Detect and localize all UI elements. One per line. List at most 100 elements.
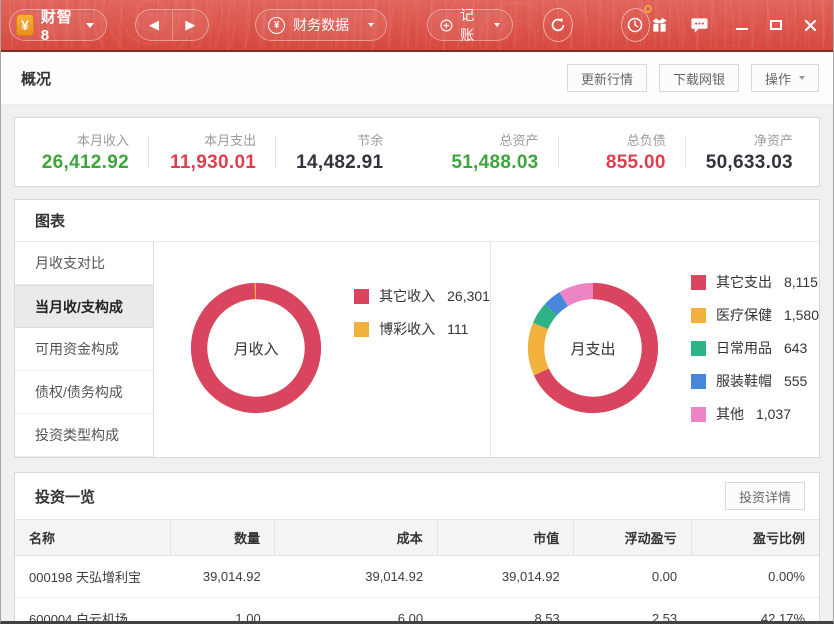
cell-pl-ratio: 0.00% [691, 556, 819, 598]
back-arrow-icon: ◀ [149, 17, 159, 33]
legend-swatch [691, 374, 706, 389]
legend-value: 1,037 [756, 406, 791, 422]
col-pl-ratio[interactable]: 盈亏比例 [691, 520, 819, 556]
charts-card: 图表 月收支对比 当月收/支构成 可用资金构成 债权/债务构成 投资类型构成 月… [14, 199, 820, 458]
operations-label: 操作 [765, 69, 791, 88]
divider [275, 136, 276, 168]
donut-center-label: 月支出 [511, 266, 675, 430]
tab-investment-types[interactable]: 投资类型构成 [15, 414, 153, 457]
stat-label: 本月支出 [204, 130, 256, 149]
stat-value: 855.00 [606, 152, 666, 174]
legend-swatch [691, 341, 706, 356]
gift-icon[interactable] [650, 16, 669, 34]
investments-title: 投资一览 [35, 486, 95, 507]
legend-item: 医疗保健 1,580 [691, 305, 819, 325]
legend-swatch [354, 322, 369, 337]
income-legend: 其它收入 26,301 博彩收入 111 [354, 286, 490, 457]
stat-total-debt: 总负债 855.00 [578, 130, 666, 174]
forward-button[interactable]: ▶ [173, 10, 208, 40]
cell-floating-pl: 0.00 [574, 556, 691, 598]
legend-item: 其它收入 26,301 [354, 286, 490, 306]
app-menu[interactable]: ¥ 财智8 [9, 9, 107, 41]
investment-details-label: 投资详情 [739, 487, 791, 506]
tab-debt-composition[interactable]: 债权/债务构成 [15, 371, 153, 414]
legend-label: 其它收入 [379, 286, 435, 306]
legend-value: 1,580 [784, 307, 819, 323]
table-row[interactable]: 000198 天弘增利宝 39,014.92 39,014.92 39,014.… [15, 556, 819, 598]
stat-total-assets: 总资产 51,488.03 [451, 130, 539, 174]
cell-quantity: 1.00 [170, 598, 275, 624]
legend-item: 博彩收入 111 [354, 319, 490, 339]
download-bank-label: 下载网银 [673, 69, 725, 88]
investments-card: 投资一览 投资详情 名称 数量 成本 市值 浮动盈亏 盈亏比例 [14, 472, 820, 624]
operations-button[interactable]: 操作 [751, 64, 819, 92]
summary-card: 本月收入 26,412.92 本月支出 11,930.01 节余 14,482.… [14, 117, 820, 187]
legend-label: 日常用品 [716, 338, 772, 358]
stat-month-income: 本月收入 26,412.92 [41, 130, 129, 174]
refresh-icon [549, 16, 567, 34]
col-name[interactable]: 名称 [15, 520, 170, 556]
yuan-circle-icon: ¥ [268, 17, 285, 34]
table-row[interactable]: 600004 白云机场 1.00 6.00 8.53 2.53 42.17% [15, 598, 819, 624]
history-button[interactable] [621, 8, 650, 42]
chevron-down-icon [494, 23, 500, 27]
col-floating-pl[interactable]: 浮动盈亏 [574, 520, 691, 556]
download-bank-button[interactable]: 下载网银 [659, 64, 739, 92]
col-cost[interactable]: 成本 [275, 520, 437, 556]
dataset-dropdown[interactable]: ¥ 财务数据 [255, 9, 387, 41]
table-header-row: 名称 数量 成本 市值 浮动盈亏 盈亏比例 [15, 520, 819, 556]
cell-market-value: 39,014.92 [437, 556, 574, 598]
col-market-value[interactable]: 市值 [437, 520, 574, 556]
legend-item: 日常用品 643 [691, 338, 819, 358]
stat-label: 总资产 [500, 130, 539, 149]
cell-cost: 6.00 [275, 598, 437, 624]
legend-item: 其他 1,037 [691, 404, 819, 424]
stat-value: 26,412.92 [42, 152, 129, 174]
investments-table: 名称 数量 成本 市值 浮动盈亏 盈亏比例 000198 天弘增利宝 39,01… [15, 519, 819, 624]
minimize-button[interactable] [736, 28, 748, 30]
stat-value: 50,633.03 [706, 152, 793, 174]
refresh-button[interactable] [543, 8, 572, 42]
titlebar: ¥ 财智8 ◀ ▶ ¥ 财务数据 记账 [1, 0, 833, 52]
cell-name: 600004 白云机场 [15, 598, 170, 624]
investment-details-button[interactable]: 投资详情 [725, 482, 805, 510]
legend-label: 其他 [716, 404, 744, 424]
add-record-button[interactable]: 记账 [427, 9, 513, 41]
legend-swatch [354, 289, 369, 304]
legend-item: 服装鞋帽 555 [691, 371, 819, 391]
expense-legend: 其它支出 8,115 医疗保健 1,580 日常用品 643 [691, 272, 819, 457]
app-logo-icon: ¥ [16, 14, 34, 36]
app-name: 财智8 [41, 6, 73, 44]
back-button[interactable]: ◀ [136, 10, 171, 40]
stat-net-assets: 净资产 50,633.03 [705, 130, 793, 174]
cell-pl-ratio: 42.17% [691, 598, 819, 624]
stat-value: 51,488.03 [451, 152, 538, 174]
add-record-label: 记账 [460, 5, 481, 45]
page-title: 概况 [21, 68, 51, 89]
notification-badge [644, 5, 652, 13]
donut-center-label: 月收入 [174, 266, 338, 430]
stat-balance: 节余 14,482.91 [295, 130, 383, 174]
legend-swatch [691, 275, 706, 290]
maximize-button[interactable] [770, 20, 782, 30]
legend-swatch [691, 308, 706, 323]
stat-label: 节余 [357, 130, 383, 149]
update-quotes-label: 更新行情 [581, 69, 633, 88]
legend-value: 643 [784, 340, 807, 356]
tab-available-funds[interactable]: 可用资金构成 [15, 328, 153, 371]
tab-month-composition[interactable]: 当月收/支构成 [15, 285, 153, 328]
legend-swatch [691, 407, 706, 422]
feedback-icon[interactable] [690, 16, 709, 34]
tab-month-compare[interactable]: 月收支对比 [15, 242, 153, 285]
stat-value: 11,930.01 [170, 152, 256, 174]
update-quotes-button[interactable]: 更新行情 [567, 64, 647, 92]
legend-label: 服装鞋帽 [716, 371, 772, 391]
cell-market-value: 8.53 [437, 598, 574, 624]
close-button[interactable] [804, 19, 817, 32]
col-quantity[interactable]: 数量 [170, 520, 275, 556]
income-donut-chart: 月收入 其它收入 26,301 博彩收入 111 [154, 242, 491, 457]
chevron-down-icon [86, 23, 94, 28]
divider [148, 136, 149, 168]
divider [558, 136, 559, 168]
chart-tabs: 月收支对比 当月收/支构成 可用资金构成 债权/债务构成 投资类型构成 [15, 242, 154, 457]
